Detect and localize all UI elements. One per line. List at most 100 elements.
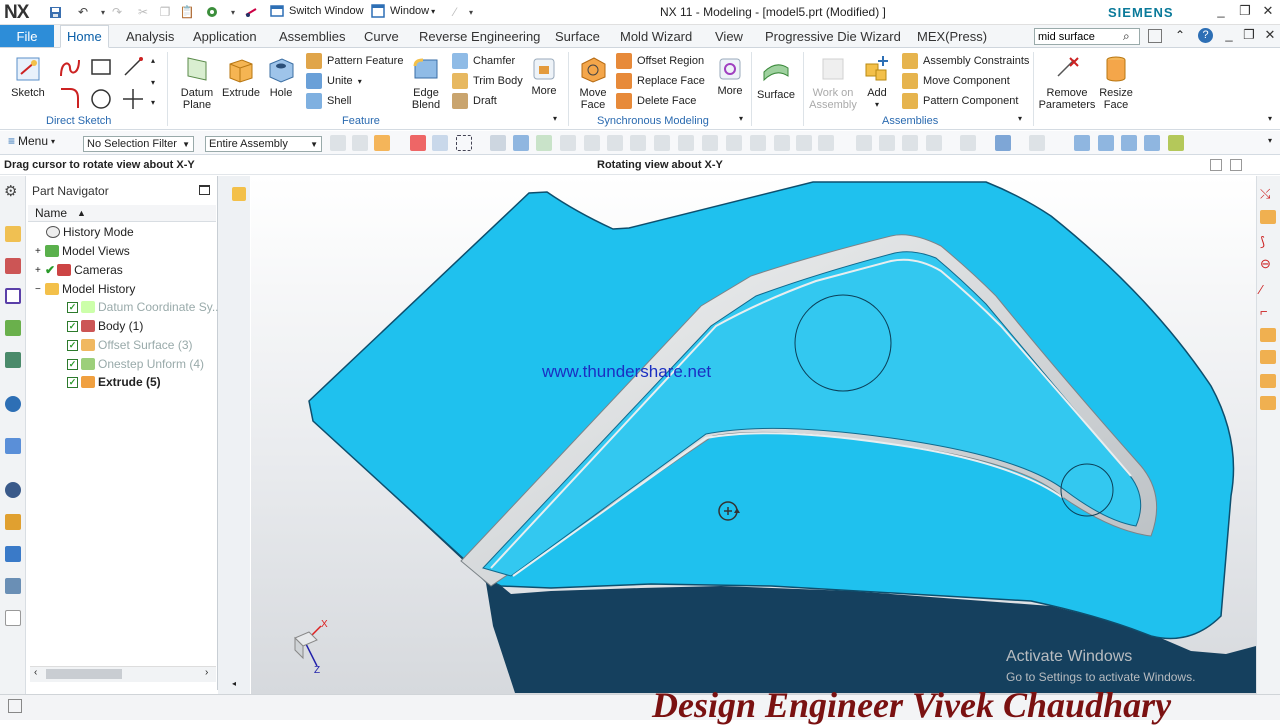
tab-mold-wizard[interactable]: Mold Wizard bbox=[614, 25, 698, 48]
draft-button[interactable]: Draft bbox=[452, 91, 497, 111]
angle-tool-icon[interactable]: ⌐ bbox=[1260, 304, 1276, 320]
tab-file[interactable]: File bbox=[0, 25, 54, 47]
copy-icon[interactable]: ❐ bbox=[158, 5, 172, 19]
visibility-checkbox[interactable]: ✓ bbox=[67, 358, 78, 370]
orient-tool-icon[interactable] bbox=[1260, 210, 1276, 224]
repeat-command-icon[interactable] bbox=[244, 5, 258, 19]
tab-application[interactable]: Application bbox=[187, 25, 263, 48]
selection-scope-select[interactable]: Entire Assembly ▼ bbox=[205, 136, 322, 152]
snap-existing-icon[interactable] bbox=[702, 135, 718, 151]
process-studio-icon[interactable] bbox=[5, 578, 21, 594]
measure-icon[interactable] bbox=[1098, 135, 1114, 151]
replace-face-button[interactable]: Replace Face bbox=[616, 71, 705, 91]
trim-body-button[interactable]: Trim Body bbox=[452, 71, 523, 91]
pattern-component-button[interactable]: Pattern Component bbox=[902, 91, 1018, 111]
graphics-window[interactable]: X Z bbox=[251, 176, 1256, 694]
snap-options-icon[interactable] bbox=[818, 135, 834, 151]
collapse-panel-icon[interactable]: ◂ bbox=[232, 679, 236, 688]
plugin-icon[interactable] bbox=[1168, 135, 1184, 151]
selection-icon[interactable] bbox=[205, 5, 219, 19]
select-feature-icon[interactable] bbox=[330, 135, 346, 151]
tab-home[interactable]: Home bbox=[60, 25, 109, 48]
tree-item-extrude[interactable]: ✓ Extrude (5) bbox=[67, 373, 161, 391]
sketch-button[interactable]: Sketch bbox=[8, 54, 48, 99]
snap-control-icon[interactable] bbox=[607, 135, 623, 151]
select-solid-icon[interactable] bbox=[490, 135, 506, 151]
snap-quadrant-icon[interactable] bbox=[678, 135, 694, 151]
snap-arc-center-icon[interactable] bbox=[654, 135, 670, 151]
tree-item-model-views[interactable]: + Model Views bbox=[35, 242, 130, 260]
pattern-feature-button[interactable]: Pattern Feature bbox=[306, 51, 403, 71]
shell-button[interactable]: Shell bbox=[306, 91, 351, 111]
scrollbar-thumb[interactable] bbox=[46, 669, 122, 679]
select-body-icon[interactable] bbox=[352, 135, 368, 151]
tree-item-model-history[interactable]: − Model History bbox=[35, 280, 135, 298]
clock-icon[interactable] bbox=[5, 482, 21, 498]
line-tool-icon[interactable]: ⁄ bbox=[1260, 282, 1276, 298]
history-palette-icon[interactable] bbox=[5, 438, 21, 454]
tree-item-cameras[interactable]: + ✔ Cameras bbox=[35, 261, 123, 279]
assemblies-group-dropdown-icon[interactable]: ▾ bbox=[1018, 114, 1022, 123]
rectangle-icon[interactable] bbox=[90, 58, 112, 76]
restore-button[interactable]: ❐ bbox=[1234, 3, 1256, 21]
orient-view-icon[interactable] bbox=[926, 135, 942, 151]
render-style-icon[interactable] bbox=[960, 135, 976, 151]
extrude-button[interactable]: Extrude bbox=[220, 54, 262, 99]
menu-button[interactable]: ≡ Menu ▾ bbox=[8, 134, 55, 148]
ribbon-overflow-icon[interactable]: ▾ bbox=[1268, 114, 1272, 123]
selection-filter-select[interactable]: No Selection Filter ▼ bbox=[83, 136, 194, 152]
edge-blend-button[interactable]: Edge Blend bbox=[405, 54, 447, 111]
visibility-checkbox[interactable]: ✓ bbox=[67, 339, 78, 351]
navigator-column-header[interactable]: Name ▲ bbox=[28, 205, 216, 222]
feature-group-dropdown-icon[interactable]: ▾ bbox=[553, 114, 557, 123]
close-button[interactable]: ✕ bbox=[1257, 3, 1279, 21]
move-component-button[interactable]: Move Component bbox=[902, 71, 1010, 91]
doc-close-button[interactable]: ✕ bbox=[1259, 27, 1280, 45]
tab-view[interactable]: View bbox=[709, 25, 749, 48]
tab-curve[interactable]: Curve bbox=[358, 25, 405, 48]
collapse-ribbon-icon[interactable]: ⌃ bbox=[1175, 28, 1185, 42]
work-on-assembly-button[interactable]: Work on Assembly bbox=[808, 54, 858, 111]
section-tool-icon[interactable]: ⊖ bbox=[1260, 256, 1276, 272]
tab-analysis[interactable]: Analysis bbox=[120, 25, 180, 48]
quick-access-customize-icon[interactable]: ▾ bbox=[464, 5, 478, 19]
tree-item-body[interactable]: ✓ Body (1) bbox=[67, 317, 143, 335]
measure-tool-icon[interactable] bbox=[1260, 328, 1276, 342]
tab-surface[interactable]: Surface bbox=[549, 25, 606, 48]
circle-icon[interactable] bbox=[90, 88, 112, 110]
sketch-gallery-down-icon[interactable]: ▾ bbox=[151, 78, 155, 87]
analysis-icon[interactable] bbox=[1074, 135, 1090, 151]
reuse-library-icon[interactable] bbox=[5, 320, 21, 336]
part-navigator-icon[interactable] bbox=[5, 288, 21, 304]
resize-tool-icon[interactable] bbox=[1260, 396, 1276, 410]
snap-end-icon[interactable] bbox=[560, 135, 576, 151]
add-component-button[interactable]: Add ▾ bbox=[860, 54, 894, 111]
snap-point-on-face-icon[interactable] bbox=[750, 135, 766, 151]
system-scene-icon[interactable] bbox=[5, 546, 21, 562]
hd3d-tools-icon[interactable] bbox=[5, 352, 21, 368]
cut-icon[interactable]: ✂ bbox=[136, 5, 150, 19]
tab-reverse-engineering[interactable]: Reverse Engineering bbox=[413, 25, 546, 48]
hole-button[interactable]: Hole bbox=[264, 54, 298, 99]
roles-icon[interactable] bbox=[5, 514, 21, 530]
draft-tool-icon[interactable] bbox=[1260, 374, 1276, 388]
visibility-checkbox[interactable]: ✓ bbox=[67, 320, 78, 332]
redo-icon[interactable]: ↷ bbox=[110, 5, 124, 19]
minimize-button[interactable]: _ bbox=[1210, 3, 1232, 21]
tree-item-history-mode[interactable]: History Mode bbox=[46, 223, 134, 241]
cue-maximize-icon[interactable] bbox=[1230, 159, 1242, 171]
tree-item-datum-csys[interactable]: ✓ Datum Coordinate Sy... bbox=[67, 298, 222, 316]
fillet-icon[interactable] bbox=[58, 86, 82, 110]
undo-dropdown-icon[interactable]: ▾ bbox=[96, 5, 110, 19]
layer-icon[interactable] bbox=[1029, 135, 1045, 151]
resize-face-button[interactable]: Resize Face bbox=[1096, 54, 1136, 111]
blank-panel-icon[interactable] bbox=[5, 610, 21, 626]
cue-restore-icon[interactable] bbox=[1210, 159, 1222, 171]
snap-pole-icon[interactable] bbox=[796, 135, 812, 151]
selection-dropdown-icon[interactable]: ▾ bbox=[226, 5, 240, 19]
sync-group-dropdown-icon[interactable]: ▾ bbox=[739, 114, 743, 123]
snap-intersection-icon[interactable] bbox=[630, 135, 646, 151]
toolbar-overflow-icon[interactable]: ▾ bbox=[1268, 136, 1272, 145]
select-group-icon[interactable] bbox=[374, 135, 390, 151]
profile-icon[interactable] bbox=[58, 56, 82, 80]
